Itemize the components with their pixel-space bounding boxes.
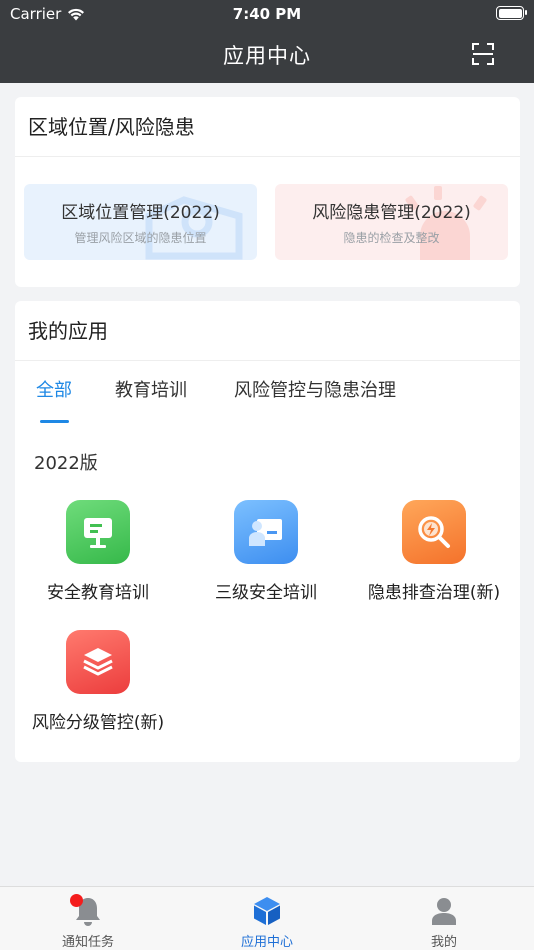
risk-hazard-tile-desc: 隐患的检查及整改 (343, 231, 440, 245)
app-category-tabs: 全部 教育培训 风险管控与隐患治理 (15, 376, 520, 426)
region-location-tile[interactable]: 区域位置管理(2022) 管理风险区域的隐患位置 (24, 184, 257, 260)
section-label-2022: 2022版 (34, 453, 98, 474)
app-safety-education[interactable]: 安全教育培训 (18, 500, 178, 603)
tab-education-training[interactable]: 教育培训 (115, 376, 187, 402)
cube-icon (254, 897, 280, 925)
active-tab-indicator (40, 420, 69, 423)
risk-hazard-tile[interactable]: 风险隐患管理(2022) 隐患的检查及整改 (275, 184, 508, 260)
app-safety-education-label: 安全教育培训 (47, 583, 149, 603)
region-risk-card: 区域位置/风险隐患 区域位置管理(2022) 管理风险区域的隐患位置 风险隐患管… (15, 97, 520, 287)
page-title: 应用中心 (223, 44, 311, 68)
region-location-tile-desc: 管理风险区域的隐患位置 (74, 231, 207, 245)
tabbar-app-center-label: 应用中心 (240, 935, 293, 950)
my-apps-card: 我的应用 全部 教育培训 风险管控与隐患治理 2022版 安全教育培训 三级安全… (15, 301, 520, 762)
risk-hazard-tile-name: 风险隐患管理(2022) (312, 203, 471, 223)
region-location-tile-name: 区域位置管理(2022) (61, 203, 220, 223)
training-board-icon (66, 500, 130, 564)
app-risk-grading-label: 风险分级管控(新) (31, 713, 165, 733)
scan-icon[interactable] (472, 43, 494, 65)
app-risk-grading[interactable]: 风险分级管控(新) (18, 630, 178, 733)
app-hazard-inspection[interactable]: 隐患排查治理(新) (354, 500, 514, 603)
person-icon (432, 898, 456, 925)
tabbar-notifications-label: 通知任务 (61, 935, 114, 950)
my-apps-card-title: 我的应用 (15, 301, 520, 361)
tab-risk-control[interactable]: 风险管控与隐患治理 (234, 376, 396, 402)
tab-all[interactable]: 全部 (36, 376, 72, 402)
app-three-level-training-label: 三级安全培训 (215, 583, 317, 603)
tabbar-profile-label: 我的 (430, 935, 457, 950)
tabbar-notifications[interactable]: 通知任务 (28, 894, 148, 950)
bottom-tab-bar: 通知任务 应用中心 我的 (0, 886, 534, 950)
battery-icon (496, 6, 527, 20)
app-header: Carrier 7:40 PM 应用中心 (0, 0, 534, 83)
tabbar-profile[interactable]: 我的 (384, 895, 504, 950)
app-hazard-inspection-label: 隐患排查治理(新) (367, 583, 501, 603)
magnifier-bolt-icon (402, 500, 466, 564)
app-three-level-training[interactable]: 三级安全培训 (186, 500, 346, 603)
teacher-screen-icon (234, 500, 298, 564)
layers-icon (66, 630, 130, 694)
notification-badge (70, 894, 83, 907)
region-risk-card-title: 区域位置/风险隐患 (15, 97, 520, 157)
status-time: 7:40 PM (232, 5, 302, 23)
tabbar-app-center[interactable]: 应用中心 (207, 895, 327, 950)
status-bar: Carrier 7:40 PM (0, 0, 534, 28)
